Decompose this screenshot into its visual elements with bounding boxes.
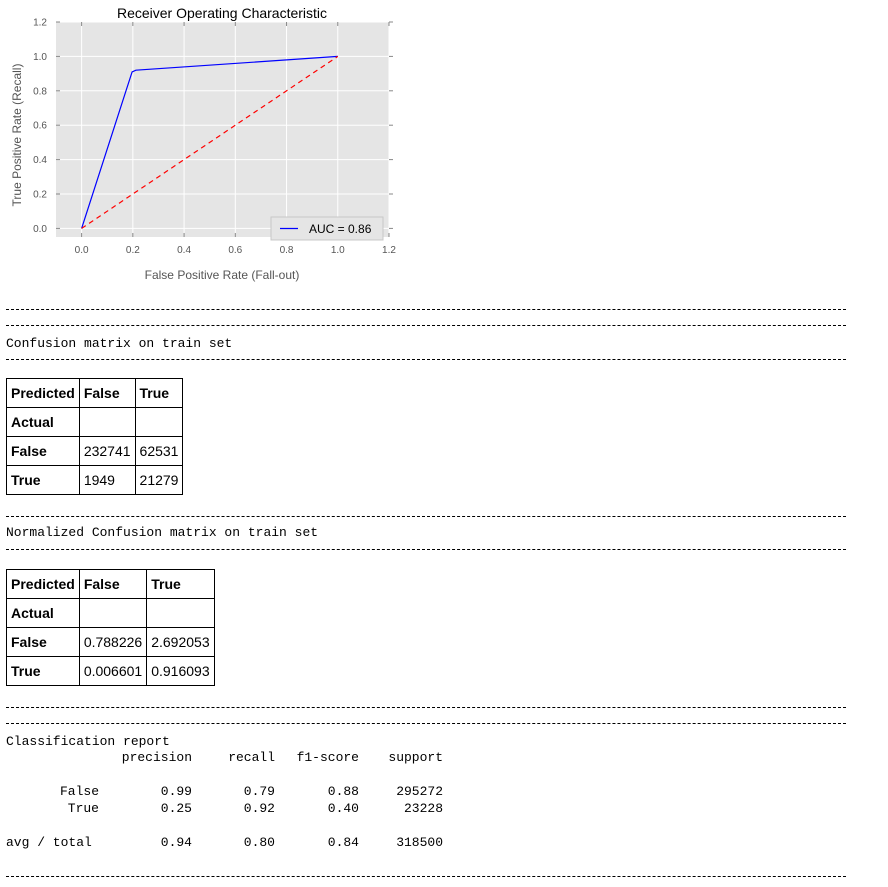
separator (6, 359, 846, 360)
table-cell: 21279 (134, 465, 184, 495)
table-row-label: False (6, 627, 80, 657)
report-value: 23228 (403, 801, 443, 816)
separator (6, 723, 846, 724)
table-row: False 232741 62531 (6, 436, 184, 466)
table-row: Predicted False True (6, 378, 184, 408)
legend: AUC = 0.86 (270, 216, 384, 241)
roc-chart: 0.0 0.2 0.4 0.6 0.8 1.0 1.2 0.0 0.2 0.4 0.6 0.8 1.0 1… (10, 5, 396, 282)
table-cell (134, 407, 184, 437)
table-cell (78, 407, 136, 437)
y-tick-label: 0.8 (33, 86, 47, 97)
separator (6, 516, 846, 517)
x-tick-label: 0.2 (126, 245, 140, 256)
confusion-matrix-table: Predicted False True Actual False 232741… (6, 378, 184, 495)
table-cell: 2.692053 (146, 627, 215, 657)
plot-background (56, 22, 389, 237)
table-cell: 232741 (78, 436, 136, 466)
report-avg-label: avg / total (6, 835, 92, 850)
table-header-cell: Predicted (6, 378, 80, 408)
table-row-label: True (6, 656, 80, 686)
report-value: 295272 (396, 784, 443, 799)
table-row: Actual (6, 598, 215, 628)
table-index-label: Actual (6, 598, 80, 628)
train-cm-heading: Confusion matrix on train set (6, 336, 233, 351)
x-tick-label: 0.6 (228, 245, 242, 256)
normalized-confusion-matrix-table: Predicted False True Actual False 0.7882… (6, 569, 215, 686)
table-row-label: True (6, 465, 80, 495)
table-header-cell: True (146, 569, 215, 599)
report-value: 0.40 (327, 801, 359, 816)
separator (6, 707, 846, 708)
report-value: 0.79 (243, 784, 275, 799)
x-tick-label: 0.8 (280, 245, 294, 256)
table-row: Actual (6, 407, 184, 437)
report-value: 0.88 (327, 784, 359, 799)
x-tick-label: 0.0 (75, 245, 89, 256)
legend-label: AUC = 0.86 (309, 222, 372, 236)
table-cell: 1949 (78, 465, 136, 495)
separator (6, 549, 846, 550)
report-row-label: False (59, 784, 99, 799)
separator (6, 309, 846, 310)
x-tick-label: 0.4 (177, 245, 191, 256)
report-col-header: f1-score (296, 750, 359, 765)
table-cell: 0.916093 (146, 656, 215, 686)
y-tick-label: 0.2 (33, 190, 47, 201)
report-value: 0.25 (160, 801, 192, 816)
report-col-header: precision (121, 750, 192, 765)
table-cell: 62531 (134, 436, 184, 466)
table-row-label: False (6, 436, 80, 466)
x-tick-label: 1.2 (382, 245, 396, 256)
table-row: False 0.788226 2.692053 (6, 627, 215, 657)
norm-cm-heading: Normalized Confusion matrix on train set (6, 525, 319, 540)
report-col-header: recall (228, 750, 275, 765)
table-header-cell: False (78, 569, 148, 599)
y-axis-label: True Positive Rate (Recall) (10, 64, 24, 207)
table-cell (78, 598, 148, 628)
chart-title: Receiver Operating Characteristic (117, 5, 327, 21)
report-value: 0.99 (160, 784, 192, 799)
report-col-header: support (388, 750, 443, 765)
x-tick-label: 1.0 (331, 245, 345, 256)
report-value: 0.94 (160, 835, 192, 850)
report-row-label: True (67, 801, 99, 816)
report-value: 318500 (396, 835, 443, 850)
table-row: True 0.006601 0.916093 (6, 656, 215, 686)
table-cell (146, 598, 215, 628)
report-value: 0.80 (243, 835, 275, 850)
report-value: 0.84 (327, 835, 359, 850)
x-axis-label: False Positive Rate (Fall-out) (145, 268, 300, 282)
table-index-label: Actual (6, 407, 80, 437)
separator (6, 325, 846, 326)
table-header-cell: False (78, 378, 136, 408)
table-cell: 0.788226 (78, 627, 148, 657)
table-header-cell: True (134, 378, 184, 408)
table-row: Predicted False True (6, 569, 215, 599)
table-row: True 1949 21279 (6, 465, 184, 495)
report-heading: Classification report (6, 734, 170, 749)
y-tick-label: 1.2 (33, 18, 47, 29)
report-value: 0.92 (243, 801, 275, 816)
table-cell: 0.006601 (78, 656, 148, 686)
y-tick-label: 0.6 (33, 121, 47, 132)
table-header-cell: Predicted (6, 569, 80, 599)
y-tick-label: 0.4 (33, 155, 47, 166)
y-tick-label: 1.0 (33, 52, 47, 63)
separator (6, 876, 846, 877)
y-tick-label: 0.0 (33, 224, 47, 235)
